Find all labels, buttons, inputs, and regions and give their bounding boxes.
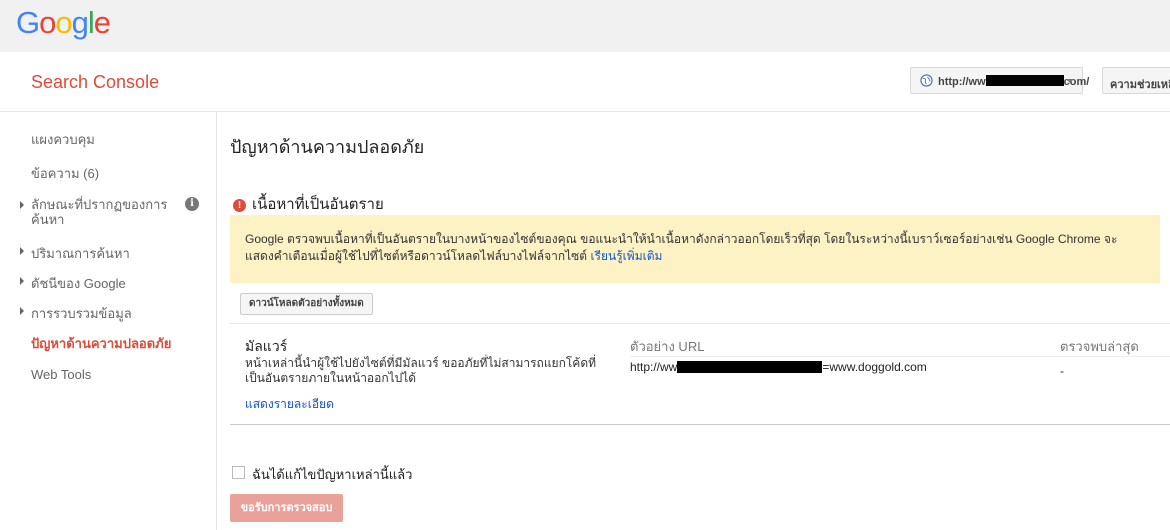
issue-description: หน้าเหล่านี้นำผู้ใช้ไปยังไซต์ที่มีมัลแวร… [245,356,597,385]
sidebar-item-search-traffic[interactable]: ปริมาณการค้นหา [20,243,130,264]
divider [630,356,1170,357]
learn-more-link[interactable]: เรียนรู้เพิ่มเติม [590,249,662,263]
divider [230,424,1170,425]
info-icon[interactable]: i [185,197,199,211]
last-detected-value: - [1060,364,1064,378]
logo-letter: e [93,5,111,40]
sidebar-item-label: ดัชนีของ Google [31,276,126,291]
warning-icon: ! [233,199,246,212]
section-title: เนื้อหาที่เป็นอันตราย [252,196,384,213]
notice-text: แสดงคำเตือนเมื่อผู้ใช้ไปที่ไซต์หรือดาวน์… [245,249,588,263]
sidebar-item-google-index[interactable]: ดัชนีของ Google [20,273,126,294]
chevron-down-icon [1066,79,1074,83]
redaction-bar [985,75,1064,86]
redaction-bar [677,361,823,373]
divider [230,323,1170,324]
logo-letter: o [55,5,72,40]
globe-icon [920,74,933,87]
sample-url-prefix: http://ww [630,360,678,374]
fixed-issues-checkbox[interactable] [232,466,245,479]
sidebar-item-label: ปริมาณการค้นหา [31,246,130,261]
issue-type-title: มัลแวร์ [245,338,288,354]
fixed-issues-label[interactable]: ฉันได้แก้ไขปัญหาเหล่านี้แล้ว [252,464,412,485]
notice-text: Google ตรวจพบเนื้อหาที่เป็นอันตรายในบางห… [245,232,1118,246]
column-header-sample-url: ตัวอย่าง URL [630,339,705,354]
notice-text-line2: แสดงคำเตือนเมื่อผู้ใช้ไปที่ไซต์หรือดาวน์… [245,248,1145,265]
warning-notice: Google ตรวจพบเนื้อหาที่เป็นอันตรายในบางห… [230,215,1160,283]
section-heading: ! เนื้อหาที่เป็นอันตราย [233,192,384,216]
site-url-prefix: http://ww [938,76,986,88]
sidebar-item-label: การรวบรวมข้อมูล [31,306,132,321]
sample-url-suffix: =www.doggold.com [822,360,927,374]
chevron-right-icon [20,201,24,209]
sidebar-item-messages[interactable]: ข้อความ (6) [31,163,99,184]
sidebar-item-label: ค้นหา [31,212,65,227]
logo-letter: o [39,5,56,40]
top-bar: Google [0,0,1170,52]
sample-url[interactable]: http://ww =www.doggold.com [630,360,927,374]
sidebar-item-search-appearance[interactable]: ลักษณะที่ปรากฏของการ ค้นหา [20,197,168,227]
request-review-button[interactable]: ขอรับการตรวจสอบ [230,494,343,522]
chevron-right-icon [20,277,24,285]
column-header-last-detected: ตรวจพบล่าสุด [1060,339,1139,354]
app-header: Search Console http://wwcom/ ความช่วยเหล… [0,52,1170,112]
sidebar-item-web-tools[interactable]: Web Tools [31,367,91,382]
help-button[interactable]: ความช่วยเหลือ [1102,67,1170,94]
chevron-right-icon [20,307,24,315]
logo-letter: G [16,5,40,40]
page-title: ปัญหาด้านความปลอดภัย [230,137,425,157]
chevron-right-icon [20,247,24,255]
show-details-link[interactable]: แสดงรายละเอียด [245,395,334,414]
sidebar-item-dashboard[interactable]: แผงควบคุม [31,129,95,150]
site-selector[interactable]: http://ww com/ [910,67,1089,94]
product-title[interactable]: Search Console [31,72,159,93]
sidebar-item-crawl[interactable]: การรวบรวมข้อมูล [20,303,132,324]
google-logo[interactable]: Google [16,5,111,41]
logo-letter: g [71,5,89,40]
sidebar-item-label: ลักษณะที่ปรากฏของการ [31,197,168,212]
download-samples-button[interactable]: ดาวน์โหลดตัวอย่างทั้งหมด [240,293,373,315]
sidebar-item-security-issues[interactable]: ปัญหาด้านความปลอดภัย [31,333,171,354]
sidebar: แผงควบคุม ข้อความ (6) ลักษณะที่ปรากฏของก… [0,112,217,530]
